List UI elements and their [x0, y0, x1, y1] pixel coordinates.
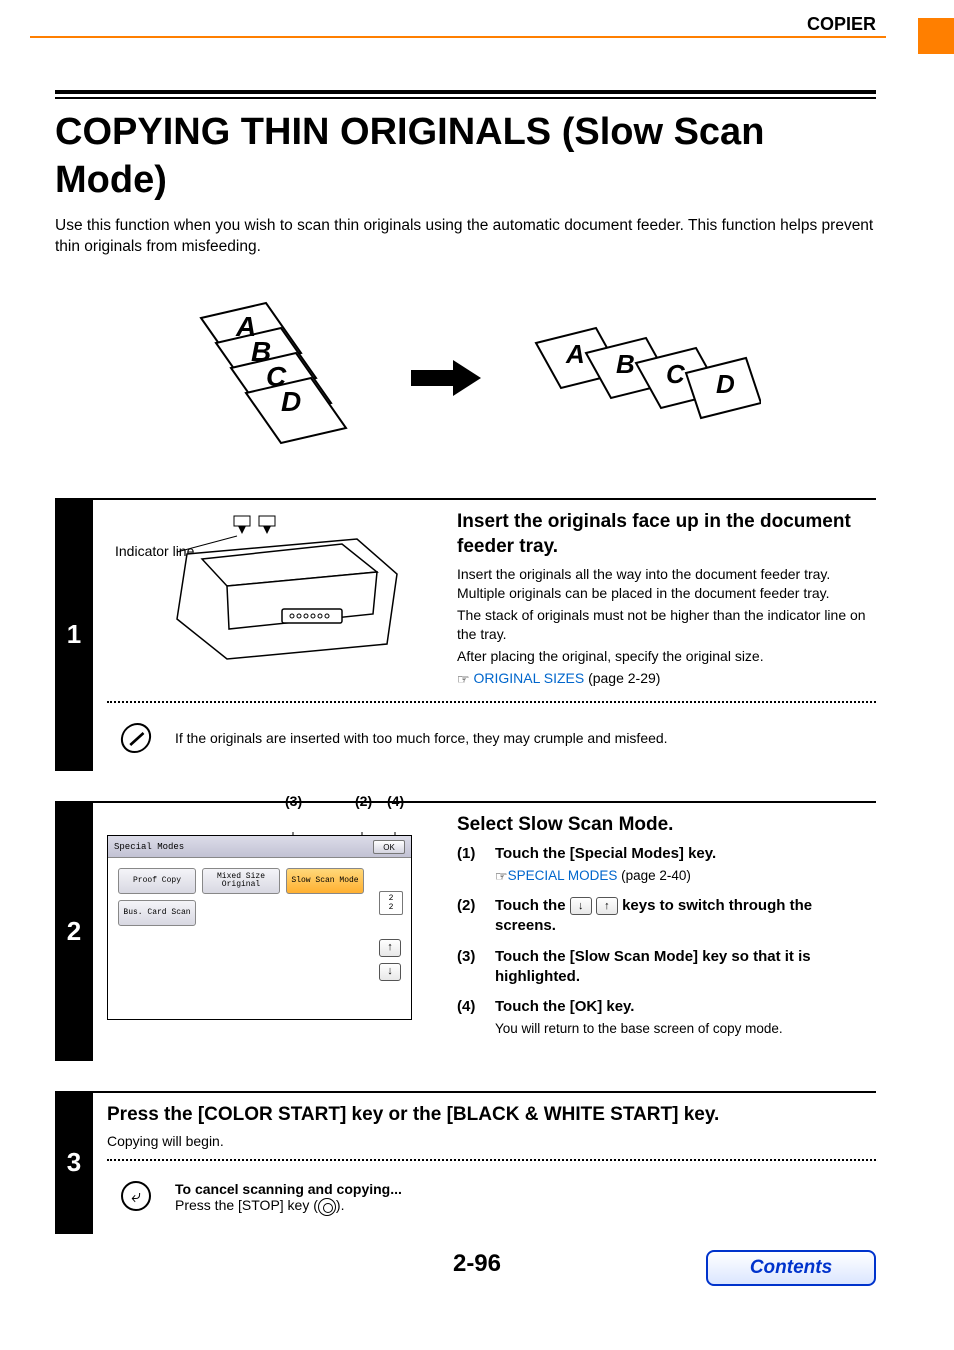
- screen-illustration: (3) (2) (4) Special Modes OK: [107, 813, 437, 1048]
- step-3-heading: Press the [COLOR START] key or the [BLAC…: [107, 1103, 876, 1128]
- step-3-body: Copying will begin.: [107, 1133, 876, 1149]
- step-1-link-row: ☞ ORIGINAL SIZES (page 2-29): [457, 669, 876, 689]
- substep-1: (1) Touch the [Special Modes] key. ☞SPEC…: [457, 844, 876, 886]
- corner-tab: [918, 18, 954, 54]
- arrow-right-icon: [411, 358, 481, 398]
- step-1-heading: Insert the originals face up in the docu…: [457, 510, 876, 559]
- pointer-icon: ☞: [495, 867, 508, 886]
- svg-text:A: A: [565, 339, 585, 369]
- svg-text:D: D: [716, 369, 735, 399]
- callout-2: (2): [355, 793, 372, 809]
- intro-text: Use this function when you wish to scan …: [55, 216, 876, 258]
- page-title: COPYING THIN ORIGINALS (Slow Scan Mode): [55, 109, 876, 204]
- down-arrow-button[interactable]: ↓: [379, 963, 401, 981]
- stop-key-icon: [318, 1198, 336, 1216]
- diagram-area: A B C D A B C D: [55, 288, 876, 468]
- step-2-text: Select Slow Scan Mode. (1) Touch the [Sp…: [457, 813, 876, 1048]
- step-3: 3 Press the [COLOR START] key or the [BL…: [55, 1091, 876, 1234]
- proof-copy-button[interactable]: Proof Copy: [118, 868, 196, 894]
- stack-before-icon: A B C D: [171, 298, 371, 458]
- cancel-body: Press the [STOP] key ().: [175, 1197, 402, 1215]
- pointer-icon: ☞: [457, 670, 470, 689]
- step-3-number: 3: [55, 1091, 93, 1234]
- cancel-note: ⤶ To cancel scanning and copying... Pres…: [107, 1171, 876, 1221]
- ok-button[interactable]: OK: [373, 840, 405, 854]
- callout-4: (4): [387, 793, 404, 809]
- step-1-p2: The stack of originals must not be highe…: [457, 606, 876, 644]
- up-key-icon: ↑: [596, 897, 618, 915]
- down-key-icon: ↓: [570, 897, 592, 915]
- step-1-note: If the originals are inserted with too m…: [107, 713, 876, 759]
- section-label: COPIER: [807, 14, 876, 35]
- contents-button[interactable]: Contents: [706, 1250, 876, 1286]
- step-2-heading: Select Slow Scan Mode.: [457, 813, 876, 838]
- main-content: COPYING THIN ORIGINALS (Slow Scan Mode) …: [55, 90, 876, 1234]
- special-modes-link[interactable]: SPECIAL MODES: [508, 868, 618, 883]
- callout-3: (3): [285, 793, 302, 809]
- original-sizes-ref: (page 2-29): [584, 670, 660, 686]
- title-rule: [55, 90, 876, 99]
- top-rule: [30, 36, 886, 38]
- substep-3: (3) Touch the [Slow Scan Mode] key so th…: [457, 947, 876, 988]
- feeder-illustration: Indicator line: [107, 510, 437, 692]
- step-2-number: 2: [55, 801, 93, 1060]
- step-1-p3: After placing the original, specify the …: [457, 647, 876, 666]
- return-icon: ⤶: [121, 1181, 151, 1211]
- note-icon: [119, 723, 152, 753]
- step-1-note-text: If the originals are inserted with too m…: [175, 730, 668, 746]
- substep-4: (4) Touch the [OK] key. You will return …: [457, 997, 876, 1038]
- cancel-heading: To cancel scanning and copying...: [175, 1181, 402, 1197]
- slow-scan-button[interactable]: Slow Scan Mode: [286, 868, 364, 894]
- substep-2: (2) Touch the ↓ ↑ keys to switch through…: [457, 896, 876, 937]
- step-2: 2 (3) (2) (4) Speci: [55, 801, 876, 1060]
- spread-after-icon: A B C D: [521, 313, 761, 443]
- svg-text:B: B: [616, 349, 635, 379]
- mixed-size-button[interactable]: Mixed Size Original: [202, 868, 280, 894]
- up-arrow-button[interactable]: ↑: [379, 939, 401, 957]
- original-sizes-link[interactable]: ORIGINAL SIZES: [473, 670, 584, 686]
- screen-title: Special Modes: [114, 842, 184, 852]
- special-modes-screen: Special Modes OK Proof Copy Mixed Size O…: [107, 835, 412, 1020]
- step-1-number: 1: [55, 498, 93, 772]
- step-1-p1: Insert the originals all the way into th…: [457, 565, 876, 603]
- svg-text:D: D: [281, 386, 301, 417]
- page-indicator: 2 2: [379, 891, 403, 915]
- divider: [107, 701, 876, 703]
- bus-card-button[interactable]: Bus. Card Scan: [118, 900, 196, 926]
- svg-text:C: C: [666, 359, 686, 389]
- step-1: 1 Indicator line: [55, 498, 876, 772]
- divider: [107, 1159, 876, 1161]
- step-1-text: Insert the originals face up in the docu…: [457, 510, 876, 692]
